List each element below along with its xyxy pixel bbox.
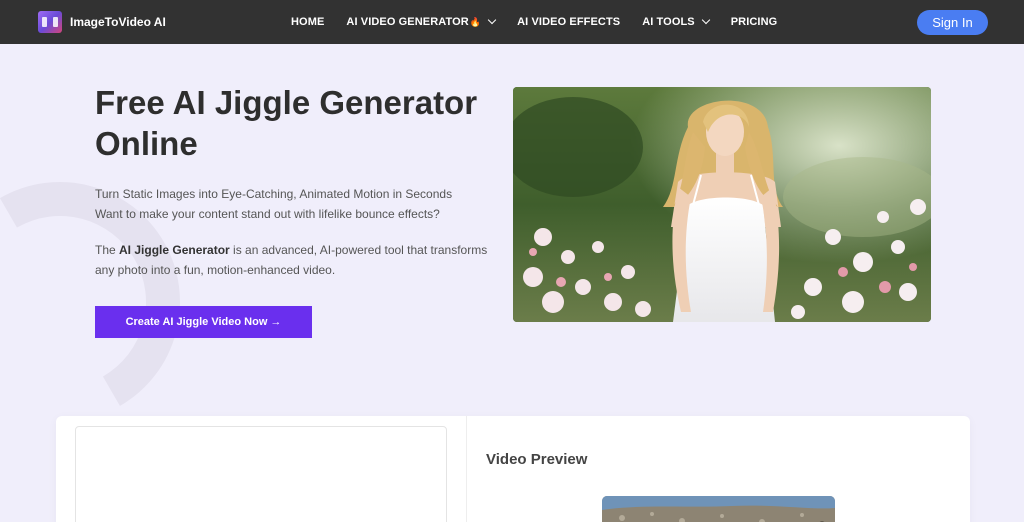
chevron-down-icon: [487, 15, 497, 25]
video-preview-thumbnail: [602, 496, 835, 522]
generator-card: Video Preview: [56, 416, 970, 522]
upload-area[interactable]: [75, 426, 447, 522]
create-video-button[interactable]: Create AI Jiggle Video Now →: [95, 306, 312, 338]
hero-image: [513, 87, 931, 322]
nav-label-ai-video-effects: AI VIDEO EFFECTS: [517, 16, 621, 28]
chevron-down-icon: [701, 15, 710, 25]
nav-label-ai-tools: AI TOOLS: [642, 16, 695, 28]
top-navbar: ImageToVideo AI HOME AI VIDEO GENERATOR …: [0, 0, 1024, 44]
nav-label-pricing: PRICING: [730, 16, 778, 28]
logo-icon: [38, 11, 62, 33]
hero-description-bold: AI Jiggle Generator: [119, 243, 230, 257]
hero-description: The AI Jiggle Generator is an advanced, …: [95, 240, 495, 280]
hero-image-illustration: [513, 87, 931, 322]
brand-name: ImageToVideo AI: [70, 15, 166, 29]
card-divider: [466, 416, 467, 522]
hero-tagline-line1: Turn Static Images into Eye-Catching, An…: [95, 187, 453, 201]
nav-label-home: HOME: [291, 16, 325, 28]
sign-in-button[interactable]: Sign In: [917, 10, 988, 35]
fire-icon: 🔥: [469, 16, 482, 27]
nav-item-pricing[interactable]: PRICING: [731, 16, 778, 28]
hero-description-prefix: The: [95, 243, 120, 257]
nav-item-home[interactable]: HOME: [291, 16, 324, 28]
hero-tagline: Turn Static Images into Eye-Catching, An…: [95, 184, 495, 224]
video-preview-title: Video Preview: [486, 451, 588, 468]
preview-thumbnail-illustration: [602, 496, 835, 522]
nav-item-ai-tools[interactable]: AI TOOLS: [642, 15, 710, 28]
brand-logo[interactable]: ImageToVideo AI: [38, 11, 166, 33]
hero-tagline-line2: Want to make your content stand out with…: [95, 207, 440, 221]
main-menu: HOME AI VIDEO GENERATOR 🔥 AI VIDEO EFFEC…: [291, 0, 799, 44]
nav-item-ai-video-generator[interactable]: AI VIDEO GENERATOR 🔥: [346, 15, 497, 28]
nav-item-ai-video-effects[interactable]: AI VIDEO EFFECTS: [517, 16, 620, 28]
nav-label-ai-video-generator: AI VIDEO GENERATOR: [346, 16, 469, 28]
page-title: Free AI Jiggle Generator Online: [95, 84, 478, 162]
